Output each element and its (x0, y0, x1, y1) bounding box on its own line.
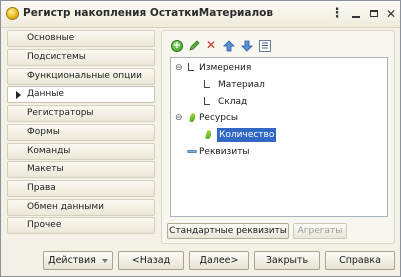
resource-leaf-icon (205, 129, 212, 140)
requisites-icon (187, 150, 197, 153)
sidebar-item-data[interactable]: Данные (7, 86, 155, 103)
collapse-toggle-icon[interactable]: ⊖ (175, 111, 183, 125)
dimension-icon (204, 80, 210, 88)
aggregates-button[interactable]: Агрегаты (293, 223, 347, 239)
register-editor-window: Регистр накопления ОстаткиМатериалов ⋮ ✕… (0, 0, 401, 277)
close-icon: ✕ (385, 6, 397, 21)
sidebar-item-label: Данные (27, 89, 64, 99)
active-arrow-icon (16, 91, 21, 99)
tree-label-material: Материал (218, 80, 265, 90)
structure-tree[interactable]: ⊖ Измерения Материал Склад ⊖ Ресурсы Кол… (170, 57, 388, 217)
app-icon (6, 7, 19, 20)
standard-requisites-button[interactable]: Стандартные реквизиты (167, 223, 289, 239)
footer-bar: Действия <Назад Далее> Закрыть Справка (1, 248, 400, 276)
sidebar-item-other[interactable]: Прочее (7, 217, 155, 234)
tree-label-resources: Ресурсы (199, 113, 239, 123)
resources-leaf-icon (189, 112, 196, 123)
collapse-toggle-icon[interactable]: ⊖ (175, 61, 183, 75)
sidebar-item-commands[interactable]: Команды (7, 143, 155, 160)
sidebar-item-templates[interactable]: Макеты (7, 161, 155, 178)
tree-label-requisites: Реквизиты (199, 147, 250, 157)
title-bar: Регистр накопления ОстаткиМатериалов ⋮ ✕ (1, 1, 400, 28)
chevron-down-icon (101, 258, 108, 263)
actions-dropdown[interactable]: Действия (43, 251, 113, 270)
back-button[interactable]: <Назад (118, 251, 184, 270)
close-button[interactable]: Закрыть (254, 251, 320, 270)
dimension-icon (204, 97, 210, 105)
sidebar-item-basic[interactable]: Основные (7, 30, 155, 47)
sidebar-item-functional-options[interactable]: Функциональные опции (7, 68, 155, 85)
data-panel: + ✕ ⊖ Измерения Материал Склад ⊖ Ресурсы… (161, 30, 395, 244)
more-icon[interactable]: ⋮ (330, 6, 344, 21)
tree-label-quantity-selected: Количество (217, 128, 277, 142)
sidebar-item-rights[interactable]: Права (7, 180, 155, 197)
sidebar-item-subsystems[interactable]: Подсистемы (7, 49, 155, 66)
measurements-icon (188, 63, 194, 71)
move-down-icon[interactable] (241, 40, 253, 52)
tree-label-warehouse: Склад (218, 97, 248, 107)
minimize-icon (352, 15, 360, 18)
sidebar-item-data-exchange[interactable]: Обмен данными (7, 199, 155, 216)
add-icon[interactable]: + (171, 40, 183, 52)
move-up-icon[interactable] (223, 40, 235, 52)
maximize-icon (370, 10, 378, 17)
delete-icon[interactable]: ✕ (205, 39, 217, 52)
next-button[interactable]: Далее> (189, 251, 249, 270)
tree-label-measurements: Измерения (199, 63, 252, 73)
help-button[interactable]: Справка (325, 251, 395, 270)
close-window-button[interactable]: ✕ (384, 7, 398, 20)
edit-icon[interactable] (188, 40, 200, 52)
sidebar-item-registrars[interactable]: Регистраторы (7, 105, 155, 122)
window-title: Регистр накопления ОстаткиМатериалов (23, 7, 274, 19)
list-icon[interactable] (259, 40, 271, 52)
sidebar-item-forms[interactable]: Формы (7, 124, 155, 141)
maximize-button[interactable] (367, 7, 381, 20)
minimize-button[interactable] (349, 7, 363, 20)
actions-label: Действия (48, 255, 96, 266)
